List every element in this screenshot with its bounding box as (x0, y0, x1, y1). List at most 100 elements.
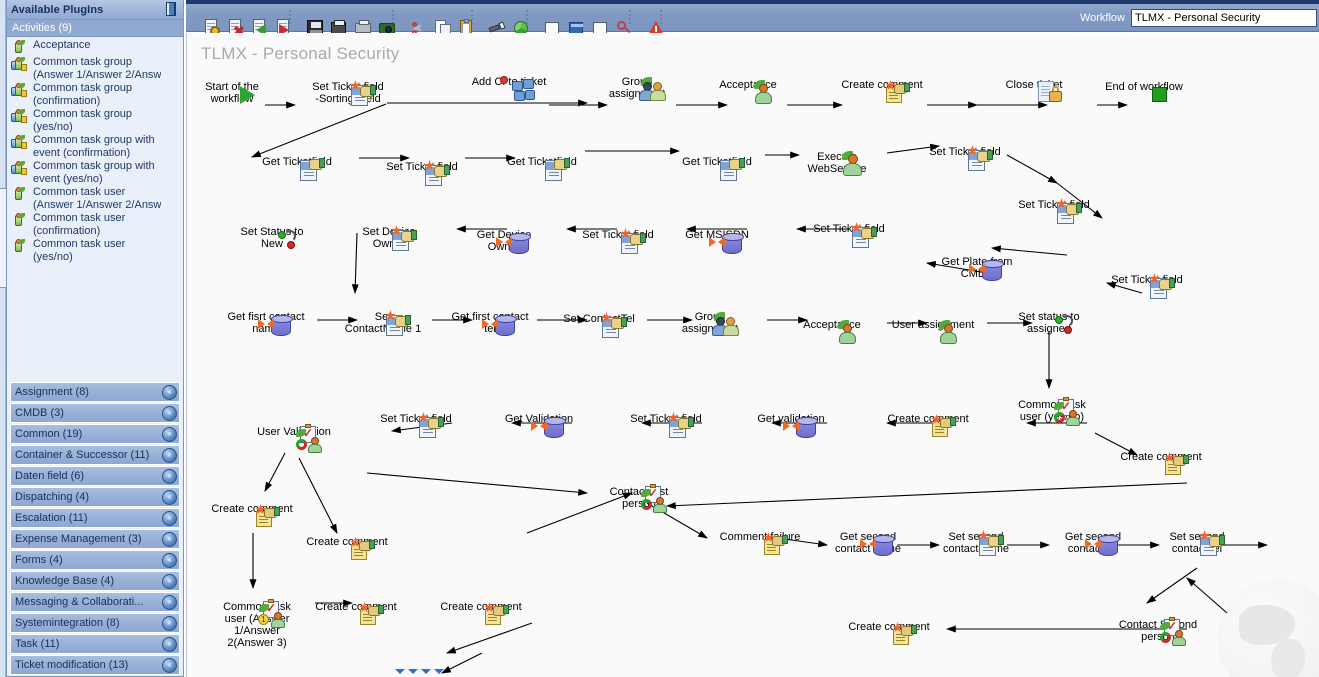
chevron-up-icon[interactable]: « (162, 531, 177, 547)
workflow-node-n10[interactable]: Set Ticket field (370, 160, 474, 186)
workflow-node-n52[interactable]: ✓Contact Second person (1106, 617, 1210, 646)
chevron-up-icon[interactable]: « (162, 594, 177, 610)
workflow-node-n50[interactable]: Create comment (429, 600, 533, 625)
plugin-category-messaging-collaborati[interactable]: Messaging & Collaborati... « (10, 592, 180, 612)
workflow-node-n18[interactable]: Get Device Owner (452, 228, 556, 254)
plugin-category-expense-management-3[interactable]: Expense Management (3) « (10, 529, 180, 549)
workflow-node-n15[interactable]: Set Ticket field (1002, 198, 1106, 224)
workflow-canvas[interactable]: TLMX - Personal Security Start of the wo… (186, 33, 1319, 677)
workflow-node-n4[interactable]: Group assignment (585, 75, 689, 101)
workflow-node-n35[interactable]: Set Ticket field (614, 412, 718, 438)
activity-item[interactable]: Common task user (confirmation) (7, 212, 183, 238)
chevron-up-icon[interactable]: « (162, 447, 177, 463)
search-button[interactable] (475, 6, 506, 33)
workflow-node-n13[interactable]: Execute WebService (785, 150, 889, 176)
chevron-up-icon[interactable]: « (162, 552, 177, 568)
workflow-node-n21[interactable]: Set Ticket field (797, 222, 901, 248)
plugin-category-assignment-8[interactable]: Assignment (8) « (10, 382, 180, 402)
workflow-node-n51[interactable]: Create comment (837, 620, 941, 645)
chevron-up-icon[interactable]: « (162, 636, 177, 652)
book-icon[interactable] (165, 2, 179, 17)
chevron-up-icon[interactable]: « (162, 405, 177, 421)
workflow-node-n37[interactable]: Set Ticket field (364, 412, 468, 438)
chevron-up-icon[interactable]: « (162, 510, 177, 526)
workflow-node-n12[interactable]: Get Ticketfield (665, 155, 769, 181)
export-document-button[interactable] (262, 6, 289, 36)
workflow-node-n19[interactable]: Set Ticket field (566, 228, 670, 254)
plugin-category-task-11[interactable]: Task (11) « (10, 634, 180, 654)
workflow-node-n46[interactable]: Get second contact tel (1041, 530, 1145, 556)
window-blue-button[interactable] (554, 6, 583, 34)
chevron-up-icon[interactable]: « (162, 468, 177, 484)
workflow-node-n3[interactable]: Add CI to ticket (457, 75, 561, 101)
workflow-node-n41[interactable]: Create comment (295, 535, 399, 560)
workflow-node-n31[interactable]: Set status to assigned (997, 310, 1101, 335)
window-white-button[interactable] (530, 6, 559, 34)
workflow-node-n34[interactable]: Get validation (739, 412, 843, 438)
workflow-node-n1[interactable]: Start of the workflow (187, 80, 284, 105)
workflow-node-n33[interactable]: Create comment (876, 412, 980, 437)
activity-item[interactable]: Acceptance (7, 39, 183, 56)
plugin-category-ticket-modification-13[interactable]: Ticket modification (13) « (10, 655, 180, 675)
print-button[interactable] (341, 6, 371, 33)
workflow-name-field[interactable]: TLMX - Personal Security (1131, 8, 1317, 27)
activity-item[interactable]: Common task group with event (yes/no) (7, 160, 183, 186)
workflow-node-n11[interactable]: Get Ticketfield (490, 155, 594, 181)
warnings-button[interactable] (633, 6, 664, 35)
workflow-node-n16[interactable]: Set Status to New (220, 225, 324, 250)
workflow-node-n2[interactable]: Set Ticket field -Sorting Field (296, 80, 400, 106)
snapshot-button[interactable] (365, 6, 395, 34)
activity-item[interactable]: Common task user (yes/no) (7, 238, 183, 264)
delete-document-button[interactable]: ✖ (214, 6, 245, 38)
workflow-node-n7[interactable]: Close ticket (982, 78, 1086, 102)
workflow-node-n36[interactable]: Get Validation (487, 412, 591, 438)
workflow-node-n29[interactable]: Acceptance (780, 318, 884, 344)
activity-item[interactable]: Common task group (Answer 1/Answer 2/Ans… (7, 56, 183, 82)
workflow-node-n47[interactable]: Set second contact tel (1145, 530, 1249, 556)
workflow-node-n17[interactable]: Set Device Owner (337, 225, 441, 251)
workflow-node-n45[interactable]: Set second contact name (924, 530, 1028, 556)
workflow-node-n38[interactable]: ✓ User Validation (242, 424, 346, 453)
import-document-button[interactable] (238, 6, 266, 36)
chevron-up-icon[interactable]: « (162, 615, 177, 631)
save-button[interactable] (293, 6, 323, 36)
chevron-up-icon[interactable]: « (162, 657, 177, 673)
workflow-node-n49[interactable]: Create comment (304, 600, 408, 625)
chevron-up-icon[interactable]: « (162, 426, 177, 442)
plugin-category-daten-field-6[interactable]: Daten field (6) « (10, 466, 180, 486)
workflow-node-n5[interactable]: Acceptance (696, 78, 800, 104)
activity-item[interactable]: Common task group (confirmation) (7, 82, 183, 108)
workflow-node-n39[interactable]: Create comment (1109, 450, 1213, 475)
window-plain-button[interactable] (578, 6, 607, 34)
workflow-node-n22[interactable]: Get Plate from CMDB (925, 255, 1029, 281)
workflow-node-n23[interactable]: Set Ticket field (1095, 273, 1199, 299)
workflow-node-n20[interactable]: Get MSISDN (665, 228, 769, 254)
plugin-category-escalation-11[interactable]: Escalation (11) « (10, 508, 180, 528)
plugin-category-forms-4[interactable]: Forms (4) « (10, 550, 180, 570)
workflow-node-n25[interactable]: Set ContactName 1 (331, 310, 435, 336)
chevron-up-icon[interactable]: « (162, 573, 177, 589)
activity-item[interactable]: Common task user (Answer 1/Answer 2/Answ (7, 186, 183, 212)
workflow-node-n28[interactable]: Group assignment (658, 310, 762, 336)
plugin-category-dispatching-4[interactable]: Dispatching (4) « (10, 487, 180, 507)
workflow-node-n24[interactable]: Get fisrt contact name (214, 310, 318, 336)
plugin-category-container-successor-11[interactable]: Container & Successor (11) « (10, 445, 180, 465)
workflow-node-n26[interactable]: Get first contact tel (438, 310, 542, 336)
workflow-node-n40[interactable]: Create comment (200, 502, 304, 527)
workflow-node-n8[interactable]: End of workflow (1092, 80, 1196, 102)
paste-button[interactable] (444, 6, 472, 36)
workflow-node-n30[interactable]: User assignment (881, 318, 985, 344)
workflow-node-n43[interactable]: Comment failure (708, 530, 812, 555)
workflow-node-n14[interactable]: Set Ticket field (913, 145, 1017, 171)
workflow-node-n9[interactable]: Get Ticketfield (245, 155, 349, 181)
refresh-button[interactable] (499, 6, 528, 35)
plugin-category-common-19[interactable]: Common (19) « (10, 424, 180, 444)
chevron-up-icon[interactable]: « (162, 384, 177, 400)
new-document-button[interactable] (190, 6, 220, 36)
chevron-up-icon[interactable]: « (162, 489, 177, 505)
activity-item[interactable]: Common task group with event (confirmati… (7, 134, 183, 160)
workflow-node-n44[interactable]: Get second contact name (816, 530, 920, 556)
activity-item[interactable]: Common task group (yes/no) (7, 108, 183, 134)
activities-header[interactable]: Activities (9) (7, 20, 183, 37)
plugin-category-cmdb-3[interactable]: CMDB (3) « (10, 403, 180, 423)
